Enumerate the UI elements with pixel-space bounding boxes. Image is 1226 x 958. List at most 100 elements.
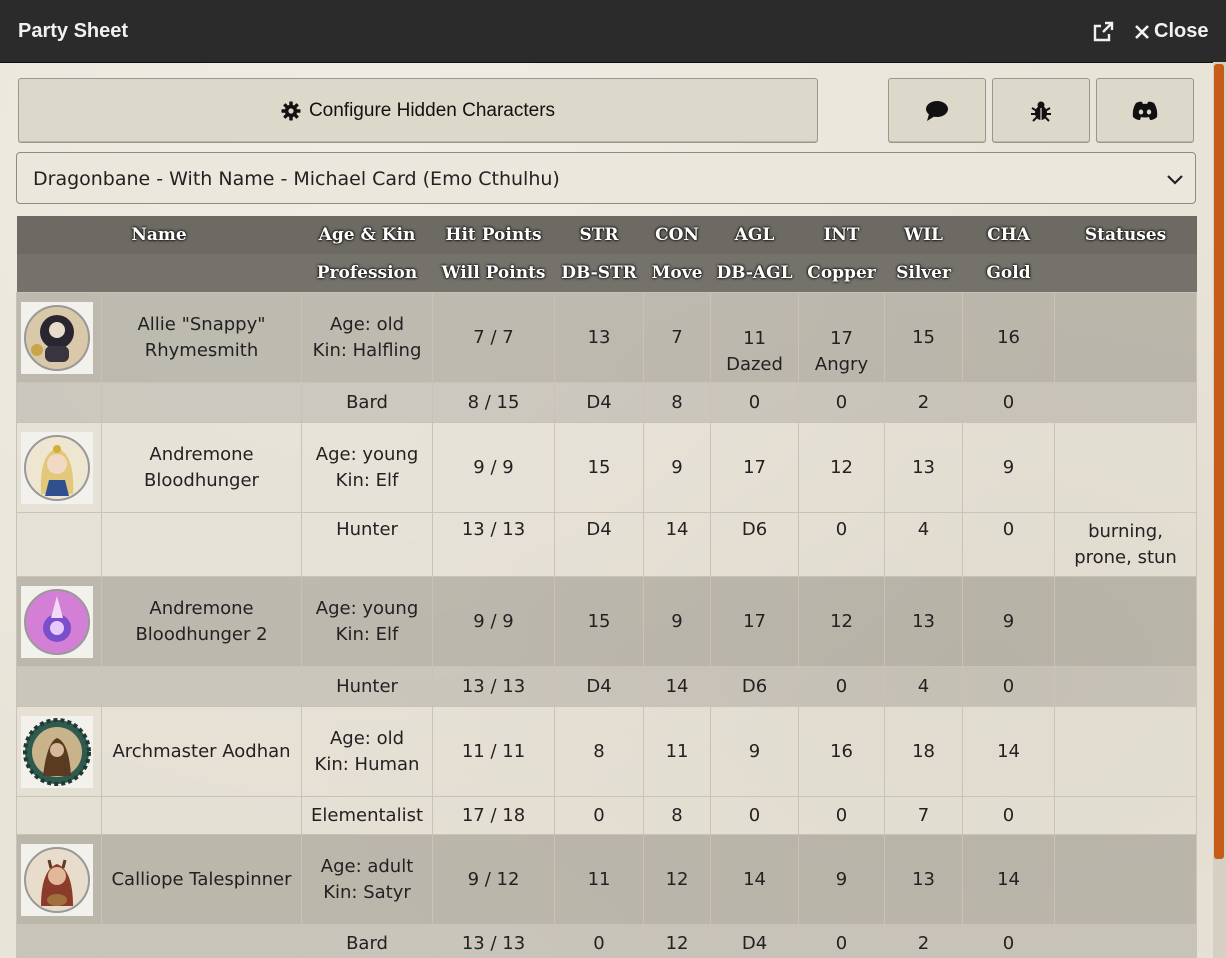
header-agl[interactable]: AGL — [710, 216, 799, 254]
stat-str: 15 — [554, 422, 645, 513]
move: 14 — [643, 512, 712, 577]
stat-agl-cell: 11 Dazed — [710, 292, 800, 383]
header-copper[interactable]: Copper — [798, 254, 885, 293]
age-kin-cell: Age: old Kin: Halfling — [301, 292, 434, 383]
stat-wil: 15 — [884, 292, 964, 383]
will-points: 13 / 13 — [432, 666, 556, 707]
header-row-2: Profession Will Points DB-STR Move DB-AG… — [16, 254, 1197, 293]
avatar[interactable] — [21, 843, 93, 916]
header-statuses[interactable]: Statuses — [1054, 216, 1197, 254]
will-points: 13 / 13 — [432, 512, 556, 577]
gold: 0 — [962, 666, 1056, 707]
character-name[interactable]: Calliope Talespinner — [100, 834, 303, 925]
character-row-secondary: Elementalist 17 / 18 0 8 0 0 7 0 — [16, 796, 1198, 835]
gold: 0 — [962, 512, 1056, 577]
stat-cha: 14 — [962, 706, 1056, 797]
header-silver[interactable]: Silver — [884, 254, 963, 293]
character-name[interactable]: Archmaster Aodhan — [100, 706, 303, 797]
header-row-1: Name Age & Kin Hit Points STR CON AGL IN… — [16, 216, 1197, 254]
stat-agl: 14 — [710, 834, 800, 925]
avatar[interactable] — [21, 301, 93, 374]
header-con[interactable]: CON — [643, 216, 711, 254]
stat-con: 9 — [643, 422, 712, 513]
character-name[interactable]: Andremone Bloodhunger 2 — [100, 576, 303, 667]
discord-button[interactable] — [1096, 78, 1194, 143]
avatar[interactable] — [21, 585, 93, 658]
character-row-main: Andremone Bloodhunger 2 Age: young Kin: E… — [16, 576, 1198, 667]
window-titlebar[interactable]: Party Sheet Close — [0, 0, 1226, 63]
stat-str: 13 — [554, 292, 645, 383]
avatar[interactable] — [21, 431, 93, 504]
configure-hidden-characters-button[interactable]: Configure Hidden Characters — [18, 78, 818, 143]
copper: 0 — [798, 382, 886, 423]
stat-cha: 9 — [962, 576, 1056, 667]
stat-int-cell: 17 Angry — [798, 292, 886, 383]
silver: 4 — [884, 666, 964, 707]
header-age-kin[interactable]: Age & Kin — [301, 216, 433, 254]
header-hit-points[interactable]: Hit Points — [432, 216, 555, 254]
portrait-cell — [16, 706, 102, 797]
header-cha[interactable]: CHA — [962, 216, 1055, 254]
move: 8 — [643, 382, 712, 423]
character-age: Age: old — [329, 313, 405, 335]
age-kin-cell: Age: young Kin: Elf — [301, 576, 434, 667]
statuses-cell — [1054, 292, 1198, 383]
character-kin: Kin: Elf — [335, 469, 399, 491]
stat-int: 16 — [798, 706, 886, 797]
empty-cell — [16, 924, 102, 958]
close-button[interactable]: Close — [1134, 20, 1208, 43]
chat-button[interactable] — [888, 78, 986, 143]
character-name[interactable]: Allie "Snappy" Rhymesmith — [100, 292, 303, 383]
move: 12 — [643, 924, 712, 958]
header-blank — [16, 254, 302, 293]
silver: 2 — [884, 382, 964, 423]
age-kin-cell: Age: young Kin: Elf — [301, 422, 434, 513]
external-link-icon[interactable] — [1091, 20, 1115, 44]
db-agl: 0 — [710, 796, 800, 835]
bug-icon — [1031, 101, 1051, 122]
empty-cell — [100, 666, 303, 707]
db-str: 0 — [554, 924, 645, 958]
stat-cha: 14 — [962, 834, 1056, 925]
window-title: Party Sheet — [18, 20, 129, 42]
header-will-points[interactable]: Will Points — [432, 254, 555, 293]
scrollbar[interactable] — [1213, 62, 1226, 958]
header-db-agl[interactable]: DB-AGL — [710, 254, 799, 293]
gear-icon — [281, 101, 301, 120]
character-name[interactable]: Andremone Bloodhunger — [100, 422, 303, 513]
stat-agl: 9 — [710, 706, 800, 797]
header-profession[interactable]: Profession — [301, 254, 433, 293]
hit-points: 7 / 7 — [432, 292, 556, 383]
stat-int: 12 — [798, 576, 886, 667]
header-move[interactable]: Move — [643, 254, 711, 293]
discord-icon — [1132, 101, 1158, 120]
character-kin: Kin: Human — [314, 753, 420, 775]
avatar[interactable] — [21, 715, 93, 788]
empty-cell — [100, 796, 303, 835]
empty-cell — [100, 382, 303, 423]
header-name[interactable]: Name — [16, 216, 302, 254]
hit-points: 9 / 9 — [432, 422, 556, 513]
db-agl: 0 — [710, 382, 800, 423]
header-int[interactable]: INT — [798, 216, 885, 254]
header-db-str[interactable]: DB-STR — [554, 254, 644, 293]
header-wil[interactable]: WIL — [884, 216, 963, 254]
db-str: D4 — [554, 512, 645, 577]
character-row-secondary: Bard 8 / 15 D4 8 0 0 2 0 — [16, 382, 1198, 423]
portrait-cell — [16, 422, 102, 513]
gold: 0 — [962, 924, 1056, 958]
profession: Bard — [301, 382, 434, 423]
header-str[interactable]: STR — [554, 216, 644, 254]
age-kin-cell: Age: adult Kin: Satyr — [301, 834, 434, 925]
scrollbar-thumb[interactable] — [1214, 64, 1224, 859]
header-gold[interactable]: Gold — [962, 254, 1055, 293]
db-agl: D6 — [710, 512, 800, 577]
party-selector-dropdown[interactable]: Dragonbane - With Name - Michael Card (E… — [16, 152, 1196, 204]
db-str: 0 — [554, 796, 645, 835]
stat-agl: 11 — [743, 328, 766, 349]
statuses-cell — [1054, 706, 1198, 797]
character-kin: Kin: Halfling — [312, 339, 422, 361]
character-age: Age: old — [329, 727, 405, 749]
character-row-main: Allie "Snappy" Rhymesmith Age: old Kin: H… — [16, 292, 1198, 383]
bug-report-button[interactable] — [992, 78, 1090, 143]
